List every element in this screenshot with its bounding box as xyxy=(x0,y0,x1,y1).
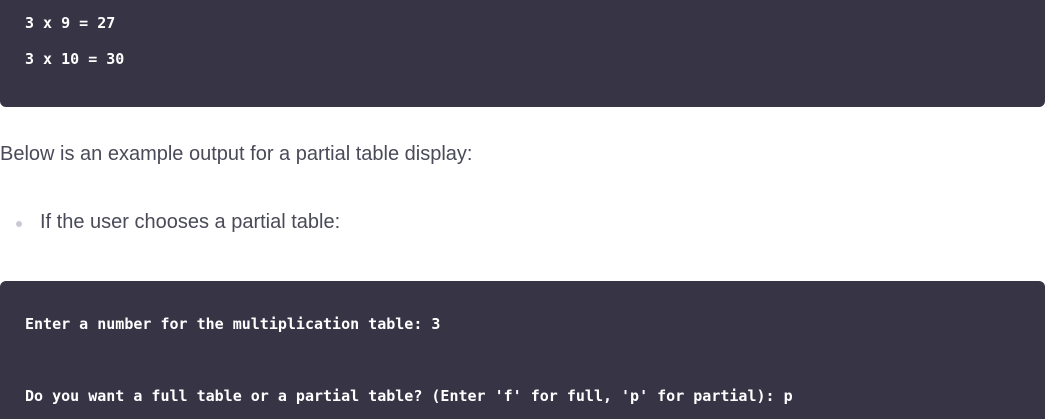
code-block-output: 3 x 9 = 27 3 x 10 = 30 xyxy=(0,0,1045,107)
code-line: 3 x 9 = 27 xyxy=(25,14,116,32)
code-line: Do you want a full table or a partial ta… xyxy=(25,387,793,405)
bullet-text: If the user chooses a partial table: xyxy=(40,211,341,233)
code-line: Enter a number for the multiplication ta… xyxy=(25,315,441,333)
document-page: 3 x 9 = 27 3 x 10 = 30 Below is an examp… xyxy=(0,0,1045,419)
bullet-list-item: If the user chooses a partial table: xyxy=(16,211,340,234)
bullet-dot-icon xyxy=(16,220,22,227)
code-line: 3 x 10 = 30 xyxy=(25,50,125,68)
body-paragraph: Below is an example output for a partial… xyxy=(0,143,473,165)
code-block-partial-example: Enter a number for the multiplication ta… xyxy=(0,281,1045,419)
